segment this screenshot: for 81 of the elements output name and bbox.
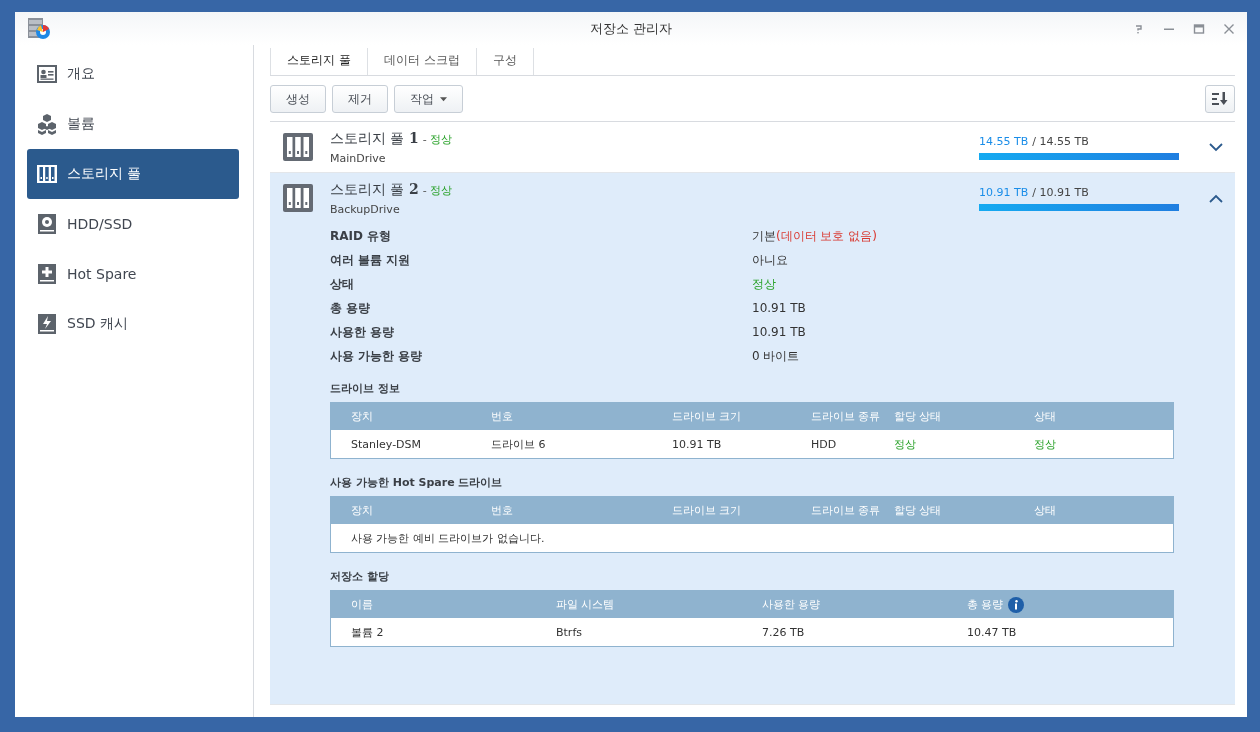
maximize-icon[interactable] <box>1193 22 1205 35</box>
section-title: 드라이브 정보 <box>330 381 401 396</box>
close-icon[interactable] <box>1223 22 1235 35</box>
total-capacity: / 10.91 TB <box>1032 185 1089 199</box>
column-header: 드라이브 종류 <box>811 409 882 424</box>
toolbar-button[interactable]: 생성 <box>270 85 326 113</box>
caret-icon <box>440 96 447 102</box>
drive-bays-icon <box>282 182 314 214</box>
sidebar-item[interactable]: 개요 <box>27 49 239 99</box>
table-cell-text: 10.47 TB <box>967 625 1018 639</box>
sort-icon <box>1211 91 1229 107</box>
column-header: 이름 <box>351 597 374 612</box>
table-cell-text: HDD <box>811 437 838 451</box>
drive-bays-icon <box>36 163 58 185</box>
sidebar-item[interactable]: Hot Spare <box>27 249 239 299</box>
pool-status: - 정상 <box>422 182 453 198</box>
disk-plus-icon <box>36 263 58 285</box>
table-cell-text: 7.26 TB <box>762 625 806 639</box>
table-cell-text: 10.91 TB <box>672 437 723 451</box>
column-header: 할당 상태 <box>894 409 943 424</box>
detail-value: 10.91 TB <box>752 300 807 317</box>
table-cell-text: Btrfs <box>556 625 583 639</box>
detail-value: 정상 <box>752 276 777 293</box>
table-cell-text: Stanley-DSM <box>351 437 423 451</box>
sidebar-item[interactable]: SSD 캐시 <box>27 299 239 349</box>
detail-value: 0 바이트 <box>752 348 801 365</box>
chevron-down-icon[interactable] <box>1209 142 1223 152</box>
drive-bays-icon <box>282 131 314 163</box>
column-header: 장치 <box>351 503 374 518</box>
pool-description: BackupDrive <box>330 202 401 216</box>
sidebar-item[interactable]: 스토리지 풀 <box>27 149 239 199</box>
cubes-icon <box>36 113 58 135</box>
detail-label: 총 용량 <box>330 300 372 317</box>
section-title: 저장소 할당 <box>330 569 390 584</box>
detail-label: 상태 <box>330 276 355 293</box>
column-header: 드라이브 크기 <box>672 409 743 424</box>
pool-name: 스토리지 풀 2 <box>330 180 419 199</box>
detail-value: 아니요 <box>752 252 789 269</box>
id-card-icon <box>36 63 58 85</box>
total-capacity: / 14.55 TB <box>1032 134 1089 148</box>
table-cell-text: 정상 <box>894 436 917 452</box>
used-capacity: 14.55 TB <box>979 134 1029 148</box>
column-header: 번호 <box>491 409 514 424</box>
sidebar-item[interactable]: 볼륨 <box>27 99 239 149</box>
section-title: 사용 가능한 Hot Spare 드라이브 <box>330 475 504 490</box>
sort-button[interactable] <box>1205 85 1235 113</box>
chevron-up-icon[interactable] <box>1209 193 1223 203</box>
detail-label: RAID 유형 <box>330 228 393 245</box>
table-cell-text: 정상 <box>1034 436 1057 452</box>
column-header: 사용한 용량 <box>762 597 822 612</box>
detail-label: 사용 가능한 용량 <box>330 348 424 365</box>
action-dropdown[interactable]: 작업 <box>394 85 463 113</box>
disk-lightning-icon <box>36 313 58 335</box>
window-title: 저장소 관리자 <box>589 19 673 38</box>
column-header: 장치 <box>351 409 374 424</box>
detail-value: 10.91 TB <box>752 324 807 341</box>
table-cell-text: 드라이브 6 <box>491 436 547 452</box>
column-header: 파일 시스템 <box>556 597 616 612</box>
tab[interactable]: 구성 <box>475 48 534 75</box>
tab[interactable]: 스토리지 풀 <box>270 48 367 75</box>
sidebar-item[interactable]: HDD/SSD <box>27 199 239 249</box>
column-header: 번호 <box>491 503 514 518</box>
empty-message: 사용 가능한 예비 드라이브가 없습니다. <box>351 530 546 546</box>
pool-status: - 정상 <box>422 131 453 147</box>
info-icon[interactable] <box>1007 596 1024 613</box>
column-header: 할당 상태 <box>894 503 943 518</box>
column-header: 드라이브 크기 <box>672 503 743 518</box>
tab[interactable]: 데이터 스크럽 <box>366 48 476 75</box>
toolbar-button[interactable]: 제거 <box>332 85 388 113</box>
detail-label: 사용한 용량 <box>330 324 396 341</box>
table-cell-text: 볼륨 2 <box>351 624 385 640</box>
detail-label: 여러 볼륨 지원 <box>330 252 412 269</box>
pool-name: 스토리지 풀 1 <box>330 129 419 148</box>
used-capacity: 10.91 TB <box>979 185 1029 199</box>
detail-value: 기본(데이터 보호 없음) <box>752 228 878 245</box>
column-header: 드라이브 종류 <box>811 503 882 518</box>
storage-manager-icon <box>27 16 51 41</box>
column-header: 상태 <box>1034 409 1057 424</box>
pool-description: MainDrive <box>330 151 387 165</box>
column-header: 상태 <box>1034 503 1057 518</box>
column-header: 총 용량 <box>967 597 1004 612</box>
